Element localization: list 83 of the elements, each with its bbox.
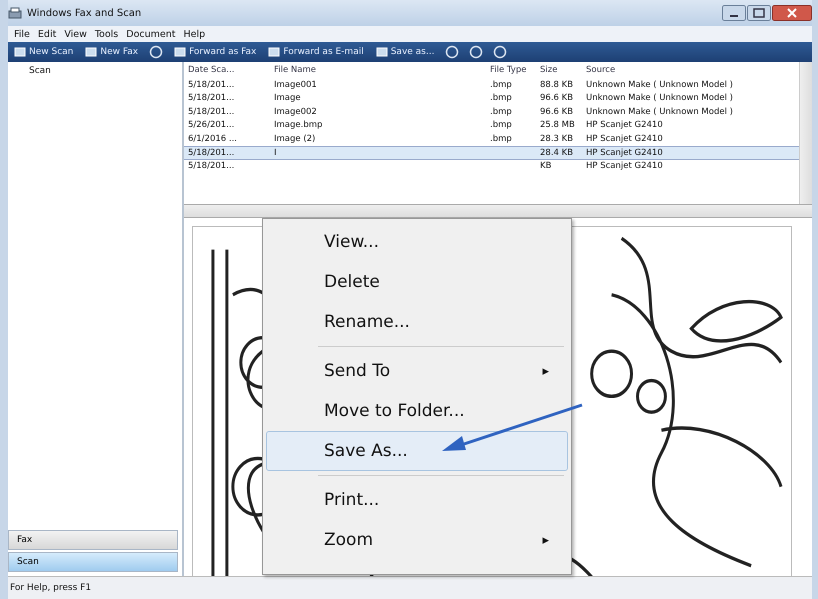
menu-item[interactable]: Document bbox=[126, 28, 176, 40]
table-cell: I bbox=[274, 148, 277, 158]
table-row[interactable]: 6/1/2016 ... Image (2) .bmp 28.3 KB HP Scanjet G2410 bbox=[184, 132, 799, 146]
table-cell: Image bbox=[274, 93, 301, 104]
toolbar-button[interactable]: Forward as E-mail bbox=[266, 47, 366, 57]
column-header[interactable]: Source bbox=[586, 65, 799, 75]
maximize-icon[interactable] bbox=[747, 5, 771, 21]
nav-button[interactable]: Fax bbox=[8, 530, 178, 550]
table-row[interactable]: 5/18/201... Image .bmp 96.6 KB Unknown Make ( Unknown Model ) bbox=[184, 92, 799, 105]
table-cell: Image001 bbox=[274, 80, 317, 90]
table-cell: 5/18/201... bbox=[188, 106, 234, 117]
toolbar-icon[interactable] bbox=[468, 45, 484, 59]
menu-item[interactable]: Send To ▸ bbox=[266, 351, 568, 391]
tree-item[interactable]: Scan bbox=[26, 66, 182, 76]
table-row[interactable]: 5/18/201... Image002 .bmp 96.6 KB Unknown Make ( Unknown Model ) bbox=[184, 105, 799, 118]
table-cell: 5/18/201... bbox=[188, 93, 234, 104]
table-cell: .bmp bbox=[490, 120, 512, 130]
scanner-icon bbox=[8, 7, 22, 19]
table-cell: 28.3 KB bbox=[540, 134, 574, 144]
table-cell: 96.6 KB bbox=[540, 93, 574, 104]
table-cell: 6/1/2016 ... bbox=[188, 134, 237, 144]
table-cell: HP Scanjet G2410 bbox=[586, 134, 663, 144]
document-icon bbox=[268, 47, 280, 57]
menu-item[interactable]: Print... bbox=[266, 480, 568, 520]
menu-item[interactable]: Help bbox=[183, 28, 206, 40]
document-icon bbox=[14, 47, 26, 57]
table-cell: .bmp bbox=[490, 93, 512, 104]
window-title: Windows Fax and Scan bbox=[27, 8, 142, 18]
table-cell: HP Scanjet G2410 bbox=[586, 161, 663, 172]
table-cell: 88.8 KB bbox=[540, 80, 574, 90]
table-cell: 25.8 MB bbox=[540, 120, 575, 130]
vertical-scrollbar[interactable] bbox=[799, 62, 812, 204]
menu-item[interactable]: View... bbox=[266, 222, 568, 262]
minimize-icon[interactable] bbox=[722, 5, 746, 21]
document-icon bbox=[85, 47, 98, 57]
toolbar-button[interactable]: Forward as Fax bbox=[172, 47, 258, 57]
horizontal-scrollbar[interactable] bbox=[184, 205, 812, 218]
table-row[interactable]: 5/18/201... Image001 .bmp 88.8 KB Unknown Make ( Unknown Model ) bbox=[184, 78, 799, 92]
menu-item[interactable]: Rename... bbox=[266, 302, 568, 342]
status-text: For Help, press F1 bbox=[10, 583, 92, 593]
toolbar-button[interactable]: New Fax bbox=[83, 47, 140, 57]
table-cell: 28.4 KB bbox=[540, 148, 574, 158]
table-cell: .bmp bbox=[490, 106, 512, 117]
table-cell: 5/26/201... bbox=[188, 120, 234, 130]
column-header[interactable]: Date Sca... bbox=[188, 65, 274, 75]
toolbar-button[interactable]: Save as... bbox=[374, 47, 436, 57]
table-cell: Unknown Make ( Unknown Model ) bbox=[586, 106, 733, 117]
menu-item[interactable]: Zoom ▸ bbox=[266, 520, 568, 560]
document-icon bbox=[174, 47, 186, 57]
menu-item[interactable]: Edit bbox=[38, 28, 56, 40]
table-cell: .bmp bbox=[490, 80, 512, 90]
table-cell: HP Scanjet G2410 bbox=[586, 120, 663, 130]
toolbar-icon[interactable] bbox=[492, 45, 508, 59]
document-icon bbox=[376, 47, 388, 57]
toolbar-button[interactable]: New Scan bbox=[12, 47, 76, 57]
table-cell: 5/18/201... bbox=[188, 80, 234, 90]
table-cell: 96.6 KB bbox=[540, 106, 574, 117]
menu-item[interactable]: Delete bbox=[266, 262, 568, 302]
table-row[interactable]: 5/18/201... KB HP Scanjet G2410 bbox=[184, 160, 799, 173]
table-cell: Image002 bbox=[274, 106, 317, 117]
close-icon[interactable] bbox=[772, 5, 812, 21]
table-cell: 5/18/201... bbox=[188, 161, 234, 172]
menu-item[interactable]: File bbox=[14, 28, 30, 40]
menu-item[interactable]: View bbox=[64, 28, 87, 40]
table-cell: HP Scanjet G2410 bbox=[586, 148, 663, 158]
table-cell: Image.bmp bbox=[274, 120, 322, 130]
menu-item[interactable]: Tools bbox=[94, 28, 118, 40]
menu-item[interactable]: Move to Folder... bbox=[266, 391, 568, 431]
column-header[interactable]: File Type bbox=[490, 65, 540, 75]
table-cell: 5/18/201... bbox=[188, 148, 234, 158]
column-header[interactable]: File Name bbox=[274, 65, 490, 75]
column-header[interactable]: Size bbox=[540, 65, 586, 75]
table-row[interactable]: 5/18/201... I 28.4 KB HP Scanjet G2410 bbox=[184, 146, 799, 160]
table-cell: Unknown Make ( Unknown Model ) bbox=[586, 93, 733, 104]
table-cell: .bmp bbox=[490, 134, 512, 144]
toolbar-icon[interactable] bbox=[148, 45, 164, 59]
table-row[interactable]: 5/26/201... Image.bmp .bmp 25.8 MB HP Scanjet G2410 bbox=[184, 118, 799, 132]
menu-item[interactable]: Save As... bbox=[266, 431, 568, 471]
nav-button[interactable]: Scan bbox=[8, 552, 178, 572]
table-cell: Image (2) bbox=[274, 134, 316, 144]
table-cell: Unknown Make ( Unknown Model ) bbox=[586, 80, 733, 90]
table-cell: KB bbox=[540, 161, 552, 172]
toolbar-icon[interactable] bbox=[444, 45, 460, 59]
